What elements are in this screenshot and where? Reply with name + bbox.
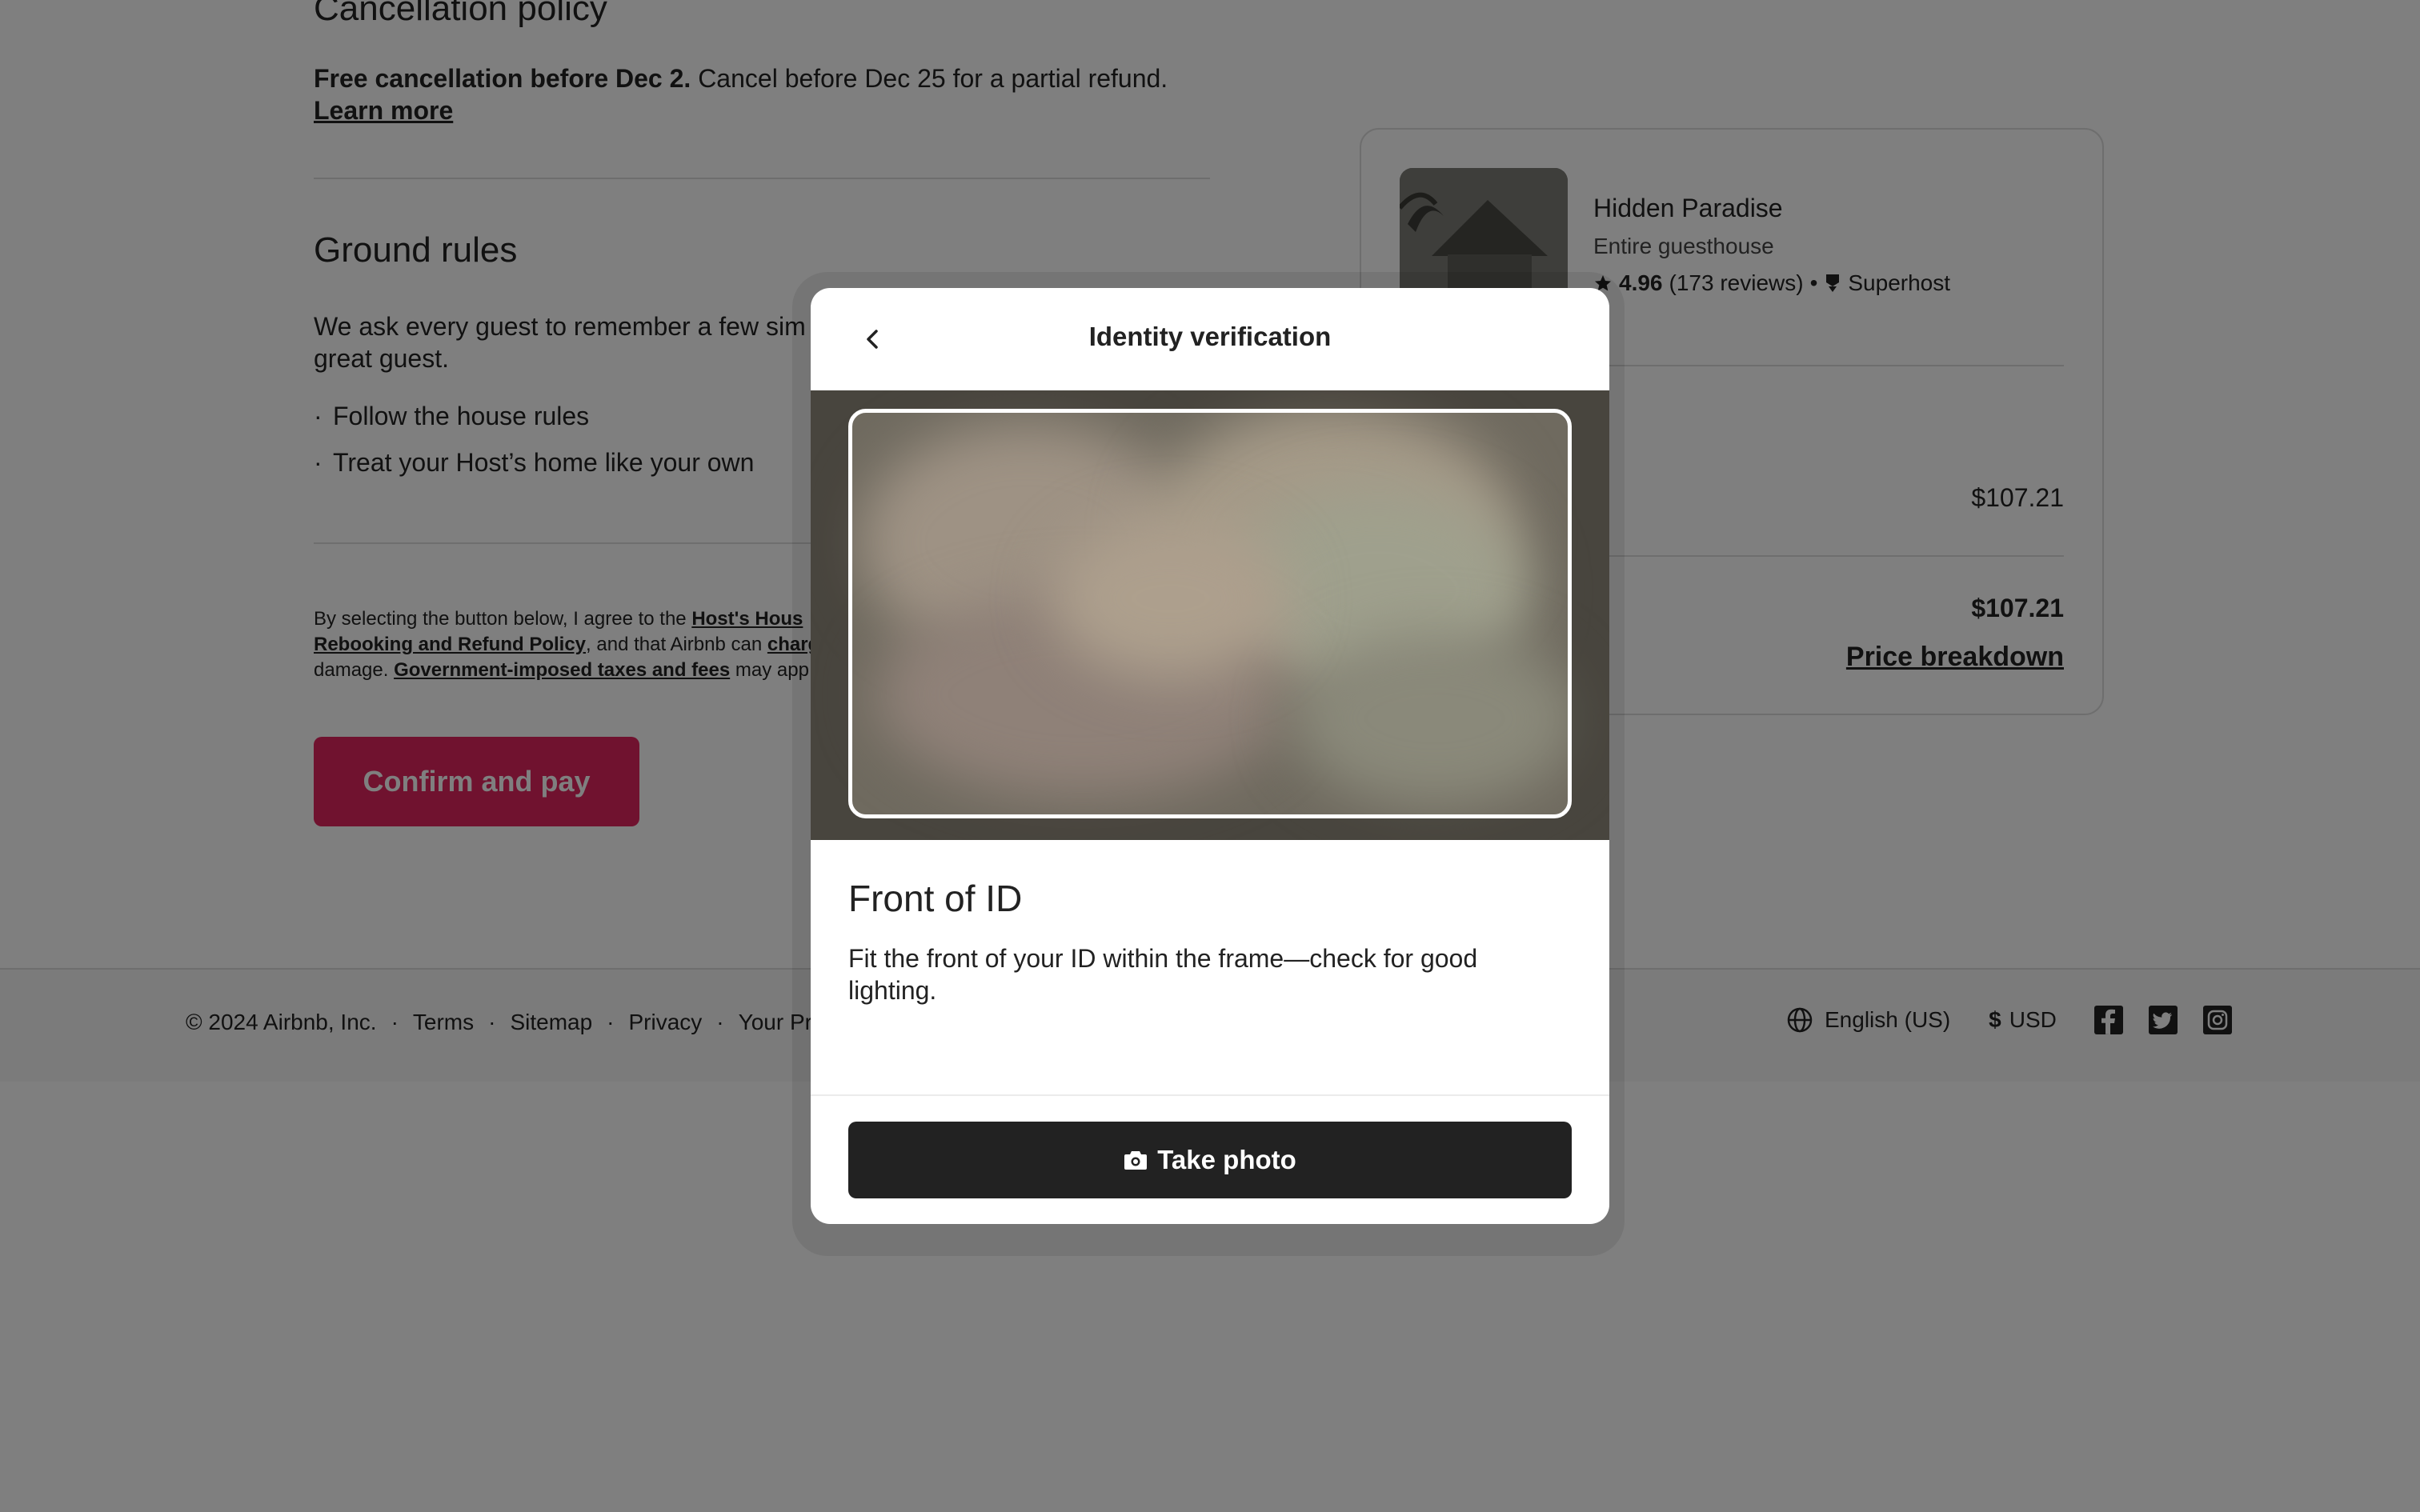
id-frame	[848, 409, 1572, 818]
identity-verification-modal: Identity verification Front of ID Fit th…	[811, 288, 1609, 1224]
camera-icon	[1124, 1151, 1148, 1170]
take-photo-label: Take photo	[1157, 1145, 1296, 1174]
id-heading: Front of ID	[848, 878, 1023, 919]
camera-preview	[811, 390, 1609, 840]
id-description: Fit the front of your ID within the fram…	[848, 944, 1478, 1005]
modal-divider	[811, 1094, 1609, 1096]
take-photo-button[interactable]: Take photo	[848, 1122, 1572, 1198]
modal-header: Identity verification	[811, 288, 1609, 390]
modal-title: Identity verification	[1088, 322, 1332, 351]
